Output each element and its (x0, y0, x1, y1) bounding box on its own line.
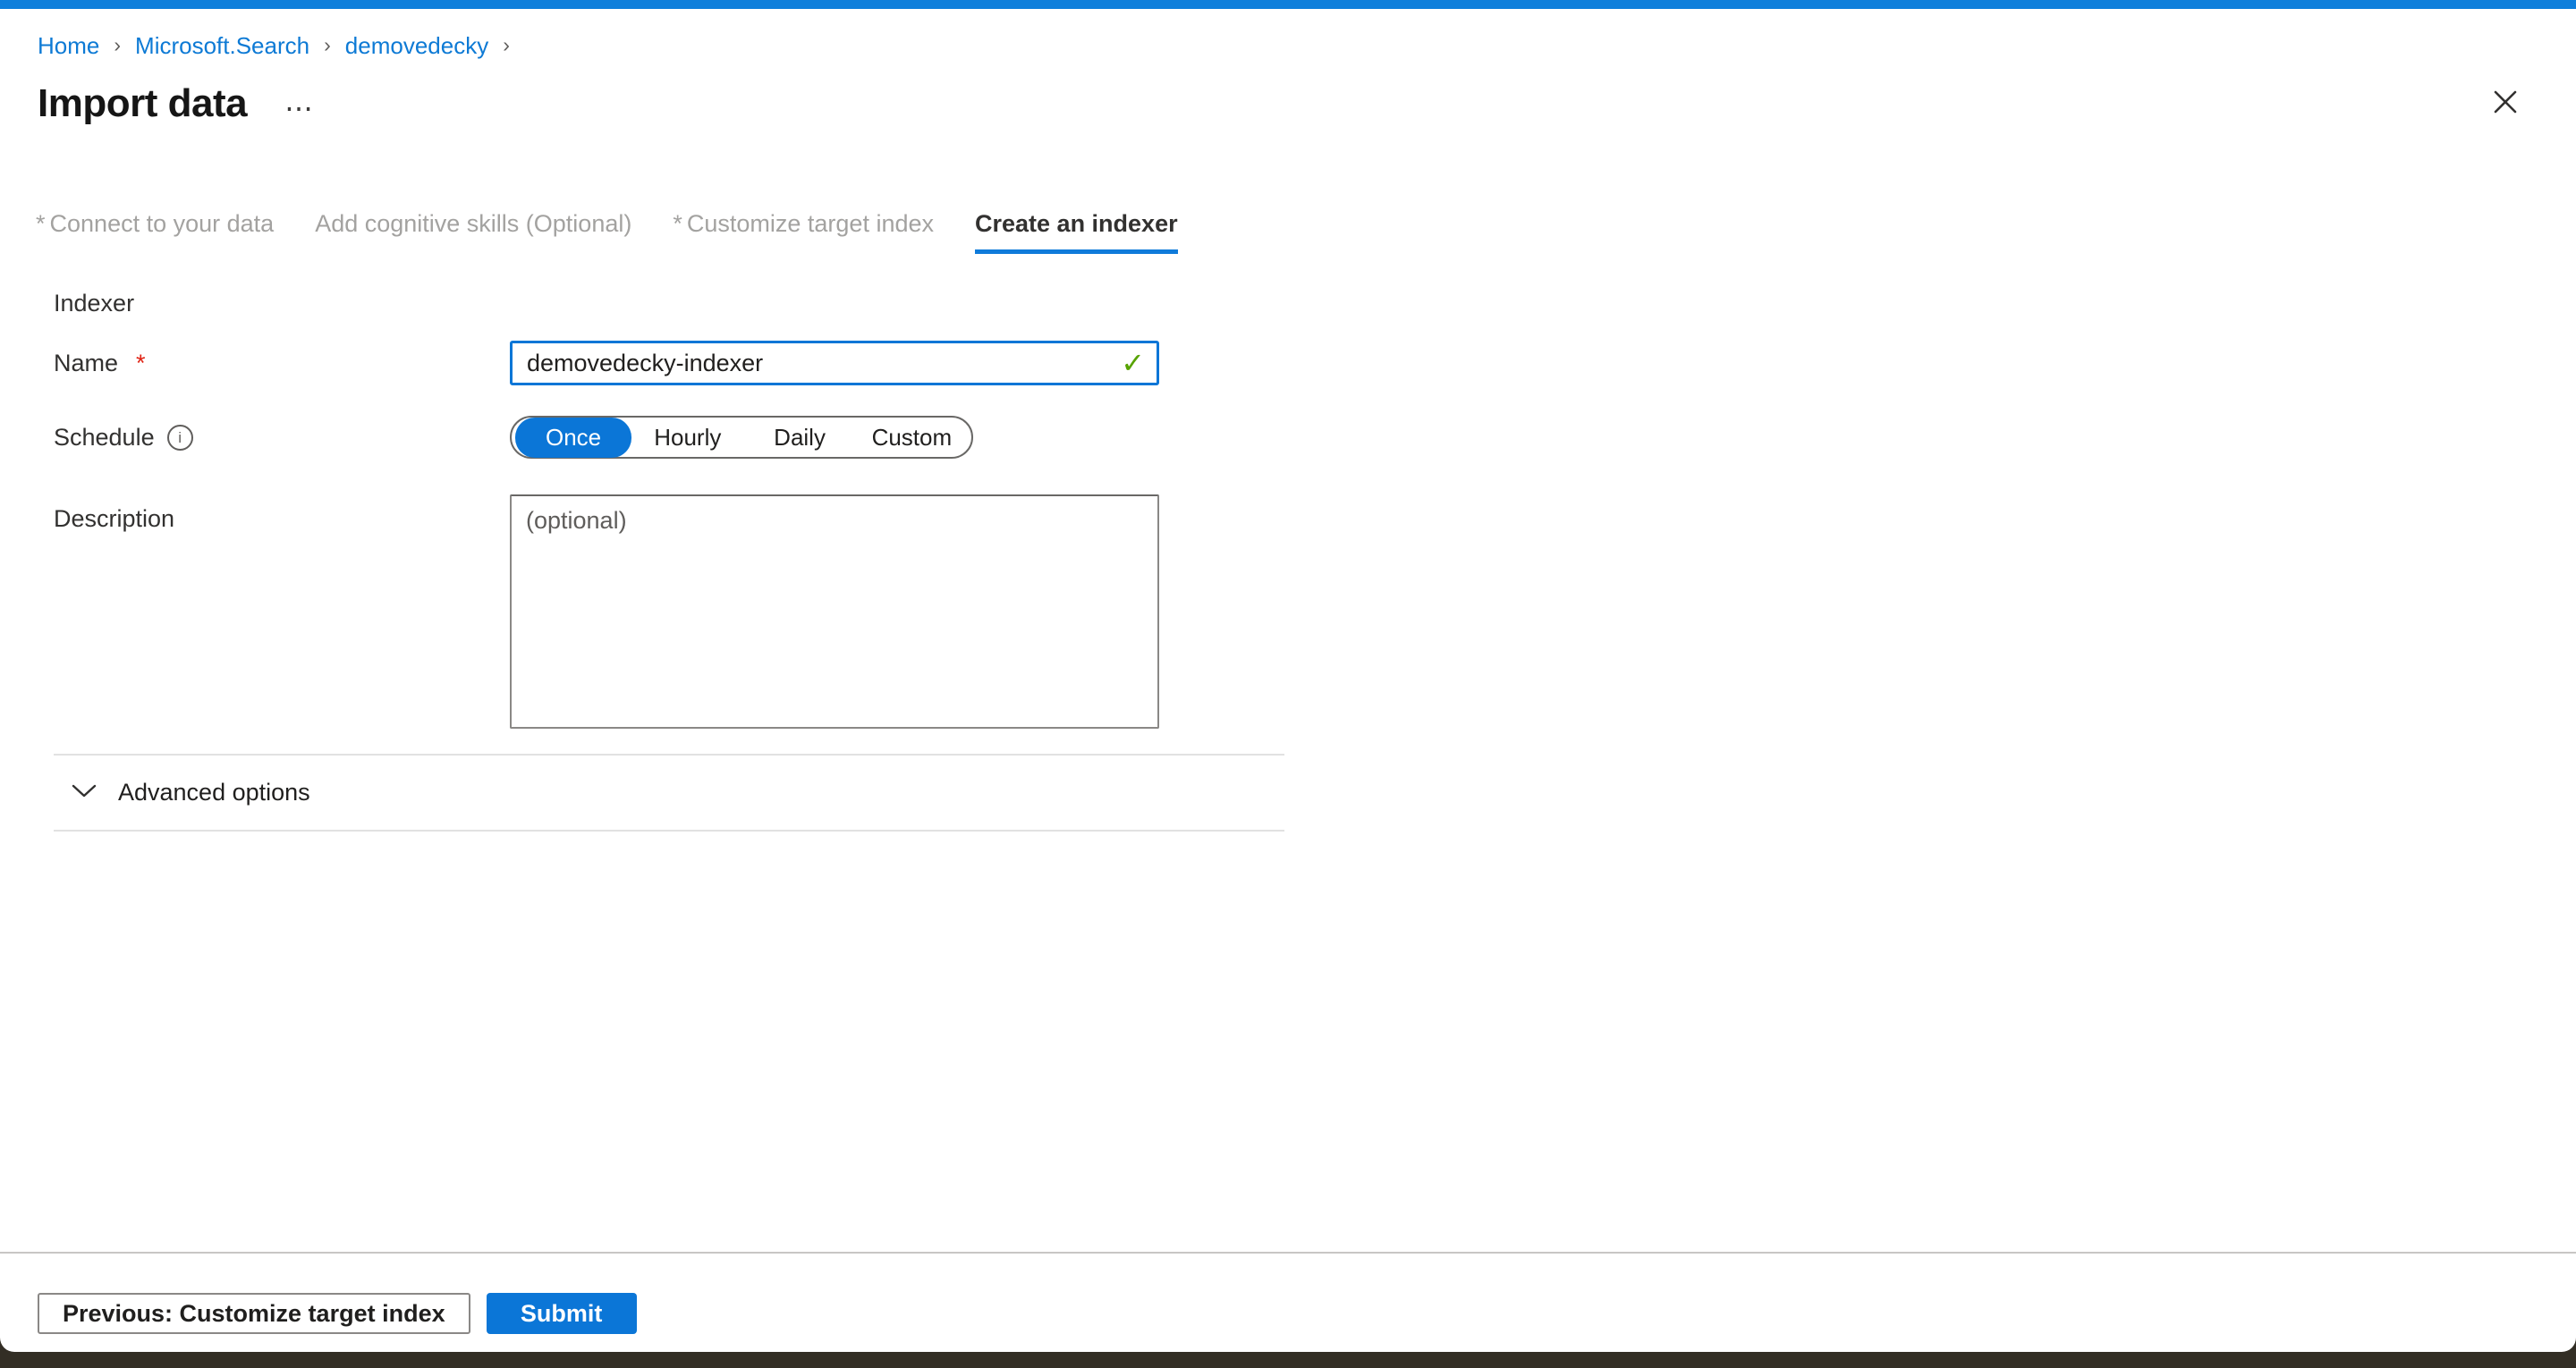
schedule-option-custom[interactable]: Custom (856, 418, 968, 457)
tab-label: Create an indexer (975, 210, 1178, 237)
advanced-options-label: Advanced options (118, 779, 310, 806)
tab-customize-target-index[interactable]: *Customize target index (673, 210, 934, 254)
import-data-panel: Home › Microsoft.Search › demovedecky › … (0, 0, 2576, 1352)
name-label-text: Name (54, 350, 118, 377)
tab-required-marker: * (36, 210, 46, 237)
info-icon[interactable]: i (167, 425, 193, 451)
tab-add-cognitive-skills[interactable]: Add cognitive skills (Optional) (315, 210, 631, 254)
indexer-name-input[interactable] (510, 341, 1159, 385)
wizard-footer: Previous: Customize target index Submit (0, 1252, 2576, 1334)
submit-button[interactable]: Submit (487, 1293, 637, 1334)
tab-connect-to-your-data[interactable]: *Connect to your data (36, 210, 274, 254)
breadcrumb-link-demovedecky[interactable]: demovedecky (345, 32, 488, 60)
schedule-option-once[interactable]: Once (515, 418, 631, 458)
footer-buttons: Previous: Customize target index Submit (38, 1293, 2576, 1334)
schedule-label: Schedule i (0, 416, 510, 452)
schedule-option-hourly[interactable]: Hourly (631, 418, 743, 457)
breadcrumb-separator: › (503, 33, 510, 57)
indexer-form: Indexer Name * ✓ Schedule i Once Hourly D… (0, 290, 2576, 832)
advanced-options-toggle[interactable]: Advanced options (72, 779, 2576, 806)
breadcrumb: Home › Microsoft.Search › demovedecky › (38, 32, 2576, 60)
divider (54, 754, 1284, 756)
schedule-row: Schedule i Once Hourly Daily Custom (0, 416, 2576, 459)
breadcrumb-link-home[interactable]: Home (38, 32, 99, 60)
schedule-option-daily[interactable]: Daily (743, 418, 855, 457)
section-label-indexer: Indexer (54, 290, 2576, 317)
tab-required-marker: * (673, 210, 682, 237)
name-label: Name * (0, 341, 510, 377)
name-field-wrapper: ✓ (510, 341, 1159, 385)
title-row: Import data ⋯ (38, 81, 2576, 126)
required-asterisk: * (136, 350, 146, 377)
close-icon (2488, 85, 2522, 123)
schedule-label-text: Schedule (54, 424, 155, 452)
top-accent-bar (0, 0, 2576, 9)
tab-create-an-indexer[interactable]: Create an indexer (975, 210, 1178, 254)
description-label: Description (0, 494, 510, 533)
tab-label: Add cognitive skills (Optional) (315, 210, 631, 237)
more-options-icon[interactable]: ⋯ (284, 85, 313, 122)
breadcrumb-separator: › (324, 33, 331, 57)
previous-step-button[interactable]: Previous: Customize target index (38, 1293, 470, 1334)
description-textarea[interactable] (510, 494, 1159, 729)
close-button[interactable] (2488, 85, 2522, 123)
wizard-tabs: *Connect to your data Add cognitive skil… (36, 210, 2576, 254)
schedule-pill-group: Once Hourly Daily Custom (510, 416, 973, 459)
name-row: Name * ✓ (0, 341, 2576, 385)
description-label-text: Description (54, 505, 174, 533)
tab-label: Connect to your data (50, 210, 275, 237)
chevron-down-icon (72, 783, 97, 803)
footer-divider (0, 1252, 2576, 1254)
page-title: Import data (38, 81, 247, 126)
validation-check-icon: ✓ (1121, 346, 1145, 380)
description-row: Description (0, 494, 2576, 729)
divider (54, 830, 1284, 832)
breadcrumb-link-microsoft-search[interactable]: Microsoft.Search (135, 32, 309, 60)
tab-label: Customize target index (687, 210, 934, 237)
breadcrumb-separator: › (114, 33, 121, 57)
